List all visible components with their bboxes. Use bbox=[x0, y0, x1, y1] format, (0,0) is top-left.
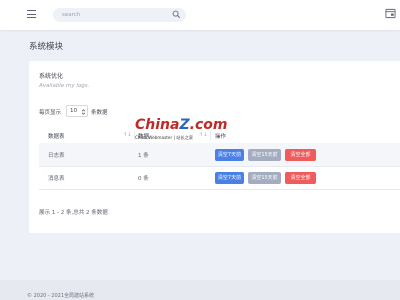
table-info: 展示 1 - 2 条,总共 2 条数据 bbox=[39, 210, 108, 216]
page-length-select[interactable]: 10 bbox=[66, 105, 88, 117]
page-length-value: 10 bbox=[70, 108, 77, 114]
watermark-brand: ChinaZ.com bbox=[135, 117, 228, 133]
search-icon[interactable] bbox=[172, 10, 181, 19]
watermark-subtitle: China Webmaster | 站长之家 bbox=[135, 135, 194, 140]
footer: © 2020 - 2021全局建站系统 bbox=[0, 280, 400, 300]
fullscreen-icon[interactable] bbox=[385, 8, 396, 19]
table-name-cell: 消息表 bbox=[48, 176, 65, 182]
clear-7-days-button[interactable]: 清空7天前 bbox=[215, 172, 244, 184]
table-count-cell: 0 条 bbox=[138, 176, 149, 182]
column-header-table[interactable]: 数据表 bbox=[48, 132, 65, 140]
clear-15-days-button[interactable]: 清空15天前 bbox=[248, 149, 281, 161]
card-subtitle: Available my logs. bbox=[39, 83, 90, 89]
card-title: 系统优化 bbox=[39, 73, 64, 80]
table-name-cell: 日志表 bbox=[48, 153, 65, 159]
table-row: 消息表 0 条 清空7天前 清空15天前 清空全部 bbox=[39, 166, 400, 190]
footer-copyright: © 2020 - 2021全局建站系统 bbox=[27, 293, 95, 299]
clear-15-days-button[interactable]: 清空15天前 bbox=[248, 172, 281, 184]
page-title: 系统模块 bbox=[29, 42, 64, 52]
watermark-logo: ChinaZ.com China Webmaster | 站长之家 bbox=[135, 117, 235, 165]
search-input[interactable] bbox=[53, 8, 186, 22]
page-length-label: 每页显示 bbox=[39, 110, 62, 116]
sort-icon[interactable]: ↑↓ bbox=[123, 132, 131, 138]
clear-all-button[interactable]: 清空全部 bbox=[285, 149, 316, 161]
clear-all-button[interactable]: 清空全部 bbox=[285, 172, 316, 184]
top-bar bbox=[0, 0, 400, 30]
select-arrows-icon bbox=[81, 108, 86, 115]
page-length-suffix: 条数据 bbox=[91, 110, 108, 116]
hamburger-menu-icon[interactable] bbox=[27, 10, 36, 19]
